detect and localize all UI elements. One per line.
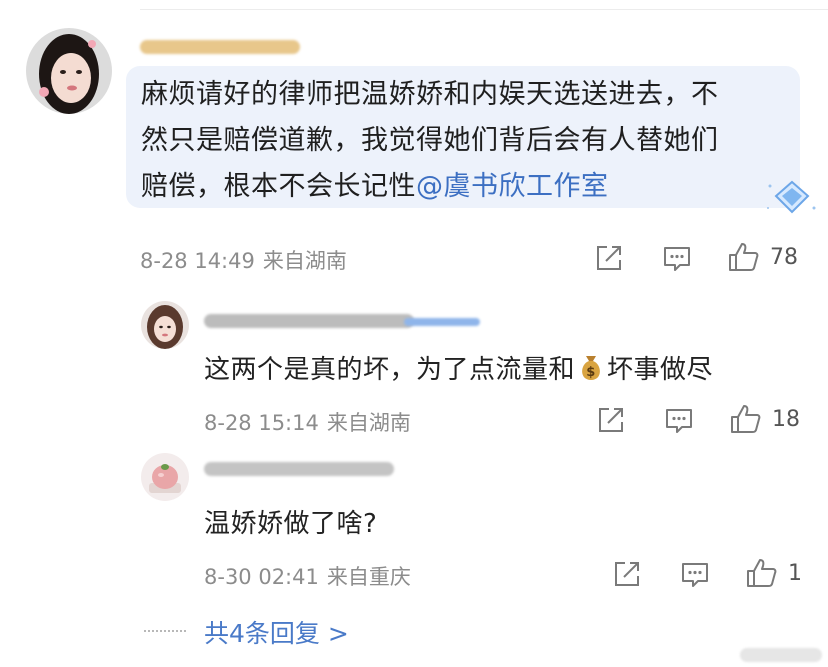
comment-text: 麻烦请好的律师把温娇娇和内娱天选送进去，不 然只是赔偿道歉，我觉得她们背后会有人… [141,72,789,210]
reply-time: 8-28 15:14 [204,411,319,435]
comment-meta: 8-28 14:49 来自湖南 [140,245,347,275]
watermark [740,648,822,662]
reply-meta: 8-28 15:14 来自湖南 [204,407,411,437]
reply-location: 来自重庆 [326,565,411,589]
gem-badge-icon [767,180,816,214]
comment-line-1: 麻烦请好的律师把温娇娇和内娱天选送进去，不 [141,79,719,110]
reply-time: 8-30 02:41 [204,565,319,589]
like-icon[interactable] [729,403,763,435]
comment-line-2: 然只是赔偿道歉，我觉得她们背后会有人替她们 [141,125,719,156]
comment-icon[interactable] [664,405,694,435]
money-bag-icon: $ [582,356,600,380]
like-icon[interactable] [745,557,779,589]
svg-text:$: $ [586,365,596,380]
reply-meta: 8-30 02:41 来自重庆 [204,561,411,591]
share-icon[interactable] [612,559,642,589]
avatar[interactable] [141,301,189,349]
like-count: 18 [772,407,800,432]
reply-text-after: 坏事做尽 [607,355,714,385]
username-underline [404,318,480,326]
username-blurred[interactable] [204,314,414,328]
mention-link[interactable]: @虞书欣工作室 [416,171,609,202]
comment-icon[interactable] [662,243,692,273]
avatar[interactable] [26,28,112,114]
reply-text: 温娇娇做了啥? [204,509,378,539]
more-replies-link[interactable]: 共4条回复 > [204,614,349,650]
avatar[interactable] [141,453,189,501]
comment-icon[interactable] [680,559,710,589]
comment-time: 8-28 14:49 [140,249,255,273]
comment-line-3: 赔偿，根本不会长记性 [141,171,416,202]
share-icon[interactable] [594,243,624,273]
reply-location: 来自湖南 [326,411,411,435]
top-divider [140,9,828,10]
reply-text-before: 这两个是真的坏，为了点流量和 [204,355,576,385]
username-blurred[interactable] [204,462,394,476]
like-count: 1 [788,561,802,586]
reply-text: 这两个是真的坏，为了点流量和 $ 坏事做尽 [204,349,713,386]
username-blurred[interactable] [140,40,300,54]
like-icon[interactable] [727,241,761,273]
share-icon[interactable] [596,405,626,435]
more-replies-dots [144,630,186,632]
comment-location: 来自湖南 [262,249,347,273]
like-count: 78 [770,245,798,270]
